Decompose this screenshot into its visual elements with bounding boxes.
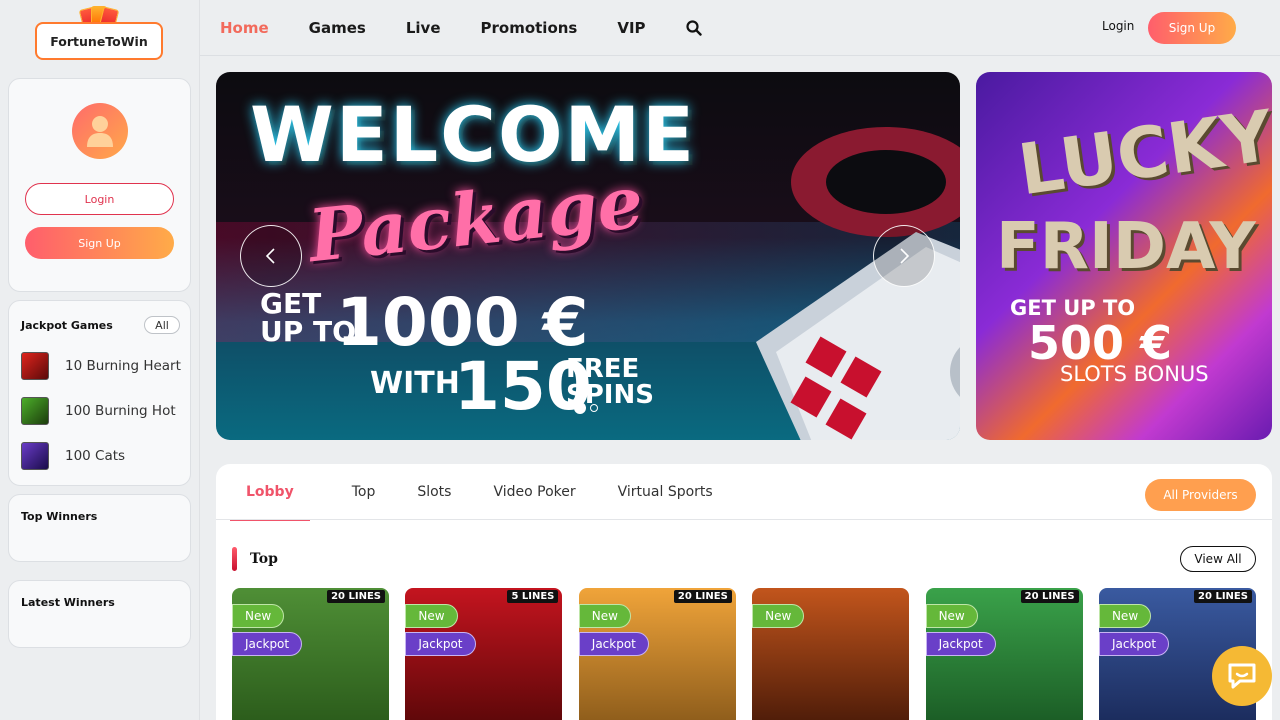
nav-live[interactable]: Live bbox=[406, 19, 441, 37]
game-thumbnail bbox=[21, 442, 49, 470]
jackpot-item[interactable]: 10 Burning Heart bbox=[21, 352, 181, 380]
user-icon bbox=[87, 116, 113, 147]
jackpot-tag: Jackpot bbox=[925, 632, 996, 656]
jackpot-item[interactable]: 100 Cats bbox=[21, 442, 125, 470]
carousel-dot[interactable] bbox=[590, 404, 598, 412]
game-card[interactable]: 20 LINES New Jackpot bbox=[578, 588, 736, 720]
sidebar-login-button[interactable]: Login bbox=[25, 183, 174, 215]
carousel-dots bbox=[574, 402, 602, 414]
jackpot-tag: Jackpot bbox=[232, 632, 303, 656]
tab-slots[interactable]: Slots bbox=[417, 464, 451, 520]
jackpot-item-label: 10 Burning Heart bbox=[65, 358, 181, 374]
header-login-link[interactable]: Login bbox=[1102, 19, 1134, 33]
new-tag: New bbox=[925, 604, 978, 628]
tabs-divider bbox=[216, 519, 1272, 520]
banner-with: WITH bbox=[370, 366, 460, 401]
section-title: Top bbox=[250, 551, 278, 567]
brand-name: FortuneToWin bbox=[35, 22, 163, 60]
top-navigation: Home Games Live Promotions VIP Login Sig… bbox=[200, 0, 1280, 56]
sidebar-signup-button[interactable]: Sign Up bbox=[25, 227, 174, 259]
new-tag: New bbox=[1098, 604, 1152, 628]
nav-promotions[interactable]: Promotions bbox=[481, 19, 578, 37]
avatar bbox=[72, 103, 128, 159]
top-winners-card: Top Winners bbox=[8, 494, 191, 562]
games-row: 20 LINES New Jackpot 5 LINES New Jackpot… bbox=[232, 588, 1272, 720]
live-chat-button[interactable] bbox=[1212, 646, 1272, 706]
view-all-button[interactable]: View All bbox=[1180, 546, 1256, 572]
chat-icon bbox=[1228, 663, 1256, 689]
lines-badge: 20 LINES bbox=[673, 590, 732, 603]
jackpot-item[interactable]: 100 Burning Hot bbox=[21, 397, 176, 425]
tab-lobby[interactable]: Lobby bbox=[230, 464, 310, 521]
new-tag: New bbox=[232, 604, 285, 628]
tab-top[interactable]: Top bbox=[352, 464, 376, 520]
all-providers-button[interactable]: All Providers bbox=[1145, 479, 1256, 511]
lobby-tabs: Lobby Top Slots Video Poker Virtual Spor… bbox=[230, 464, 755, 521]
chevron-right-icon bbox=[900, 248, 910, 264]
jackpot-games-card: Jackpot Games All 10 Burning Heart 100 B… bbox=[8, 300, 191, 486]
nav-games[interactable]: Games bbox=[309, 19, 366, 37]
nav-vip[interactable]: VIP bbox=[617, 19, 645, 37]
brand-logo[interactable]: FortuneToWin bbox=[35, 6, 165, 62]
game-card[interactable]: 20 LINES New Jackpot bbox=[232, 588, 389, 720]
header-signup-button[interactable]: Sign Up bbox=[1148, 12, 1236, 44]
games-lobby: Lobby Top Slots Video Poker Virtual Spor… bbox=[216, 464, 1272, 720]
section-accent-bar bbox=[232, 547, 237, 571]
jackpot-tag: Jackpot bbox=[1098, 632, 1170, 656]
side-banner-line2: FRIDAY bbox=[996, 210, 1256, 284]
jackpot-tag: Jackpot bbox=[405, 632, 476, 656]
jackpot-item-label: 100 Cats bbox=[65, 448, 126, 464]
latest-winners-title: Latest Winners bbox=[21, 596, 115, 609]
chevron-left-icon bbox=[265, 248, 275, 264]
carousel-dot-active[interactable] bbox=[574, 402, 586, 414]
game-thumbnail bbox=[21, 352, 49, 380]
banner-free-spins: FREE SPINS bbox=[566, 356, 654, 408]
top-winners-title: Top Winners bbox=[21, 510, 98, 523]
sidebar: FortuneToWin Login Sign Up Jackpot Games… bbox=[0, 0, 200, 720]
main-nav: Home Games Live Promotions VIP bbox=[220, 0, 702, 56]
carousel-prev-button[interactable] bbox=[240, 225, 302, 287]
side-banner-line1: LUCKY bbox=[1013, 94, 1272, 212]
lines-badge: 5 LINES bbox=[507, 590, 559, 603]
user-card: Login Sign Up bbox=[8, 78, 191, 292]
new-tag: New bbox=[578, 604, 631, 628]
banner-free-line1: FREE bbox=[566, 354, 640, 384]
nav-home[interactable]: Home bbox=[220, 19, 269, 37]
lucky-friday-banner[interactable]: LUCKY FRIDAY GET UP TO 500 € SLOTS BONUS bbox=[976, 72, 1272, 440]
lines-badge: 20 LINES bbox=[327, 590, 385, 603]
lines-badge: 20 LINES bbox=[1020, 590, 1079, 603]
jackpot-item-label: 100 Burning Hot bbox=[65, 403, 176, 419]
search-icon[interactable] bbox=[685, 20, 702, 36]
game-card[interactable]: 20 LINES New Jackpot bbox=[925, 588, 1083, 720]
jackpot-games-title: Jackpot Games bbox=[21, 319, 113, 332]
game-thumbnail bbox=[21, 397, 49, 425]
tab-virtual-sports[interactable]: Virtual Sports bbox=[618, 464, 713, 520]
jackpot-all-button[interactable]: All bbox=[144, 316, 180, 334]
lines-badge: 20 LINES bbox=[1194, 590, 1252, 603]
jackpot-tag: Jackpot bbox=[578, 632, 649, 656]
new-tag: New bbox=[752, 604, 805, 628]
side-banner-bonus: SLOTS BONUS bbox=[1060, 362, 1209, 386]
latest-winners-card: Latest Winners bbox=[8, 580, 191, 648]
game-card[interactable]: 5 LINES New Jackpot bbox=[405, 588, 563, 720]
welcome-banner[interactable]: WELCOME Package GET UP TO 1000 € WITH 15… bbox=[216, 72, 960, 440]
tab-video-poker[interactable]: Video Poker bbox=[493, 464, 575, 520]
game-card[interactable]: New bbox=[752, 588, 910, 720]
new-tag: New bbox=[405, 604, 458, 628]
carousel-next-button[interactable] bbox=[873, 225, 935, 287]
